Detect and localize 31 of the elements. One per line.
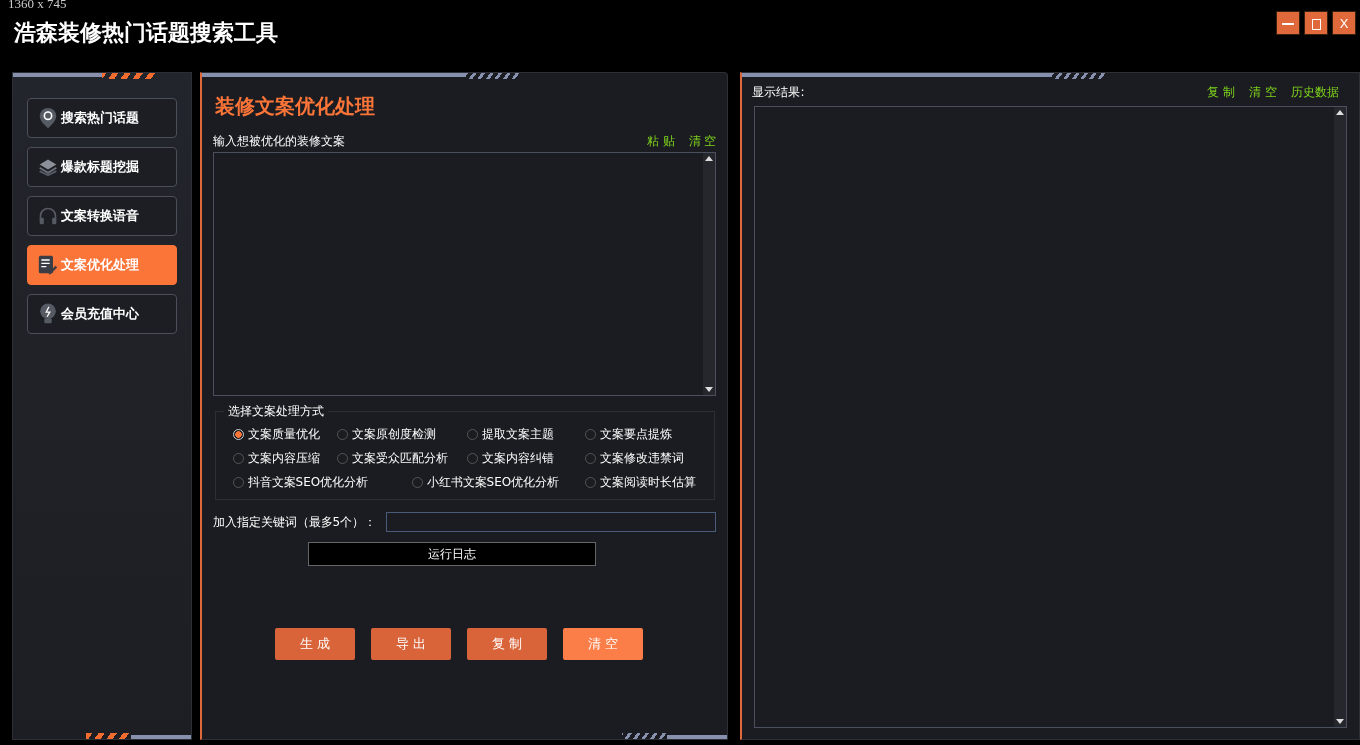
action-link[interactable]: 历史数据	[1291, 84, 1339, 101]
radio-option[interactable]: 小红书文案SEO优化分析	[411, 472, 560, 492]
radio-option[interactable]: 文案受众匹配分析	[336, 448, 448, 468]
radio-option[interactable]: 文案原创度检测	[336, 424, 436, 444]
radio-option[interactable]: 文案要点提炼	[584, 424, 672, 444]
action-button[interactable]: 导 出	[370, 628, 451, 660]
sidebar-item[interactable]: 文案转换语音	[26, 196, 177, 236]
action-button[interactable]: 复 制	[466, 628, 547, 660]
sidebar-item[interactable]: 搜索热门话题	[26, 98, 177, 138]
result-label: 显示结果:	[752, 84, 805, 101]
section-title: 装修文案优化处理	[214, 93, 376, 120]
radio-option[interactable]: 文案阅读时长估算	[584, 472, 696, 492]
action-link[interactable]: 清 空	[1249, 84, 1277, 101]
sidebar-item[interactable]: 爆款标题挖掘	[26, 147, 177, 187]
action-button[interactable]: 生 成	[274, 628, 355, 660]
keyword-label: 加入指定关键词（最多5个）：	[212, 513, 377, 531]
group-title: 选择文案处理方式	[223, 403, 328, 420]
radio-option[interactable]: 文案修改违禁词	[584, 448, 684, 468]
radio-option[interactable]: 提取文案主题	[466, 424, 554, 444]
input-label: 输入想被优化的装修文案	[212, 133, 345, 150]
size-caption: 1360 x 745	[8, 0, 67, 11]
radio-option[interactable]: 抖音文案SEO优化分析	[232, 472, 369, 492]
action-link[interactable]: 粘 贴	[646, 133, 675, 150]
action-link[interactable]: 复 制	[1207, 84, 1236, 101]
radio-option[interactable]: 文案质量优化	[232, 424, 320, 444]
radio-option[interactable]: 文案内容压缩	[232, 448, 320, 468]
sidebar-item[interactable]: 会员充值中心	[26, 294, 177, 334]
radio-option[interactable]: 文案内容纠错	[466, 448, 554, 468]
action-link[interactable]: 清 空	[688, 133, 717, 150]
window-title: 浩森装修热门话题搜索工具	[14, 18, 278, 47]
run-log-box: 运行日志	[308, 542, 596, 566]
